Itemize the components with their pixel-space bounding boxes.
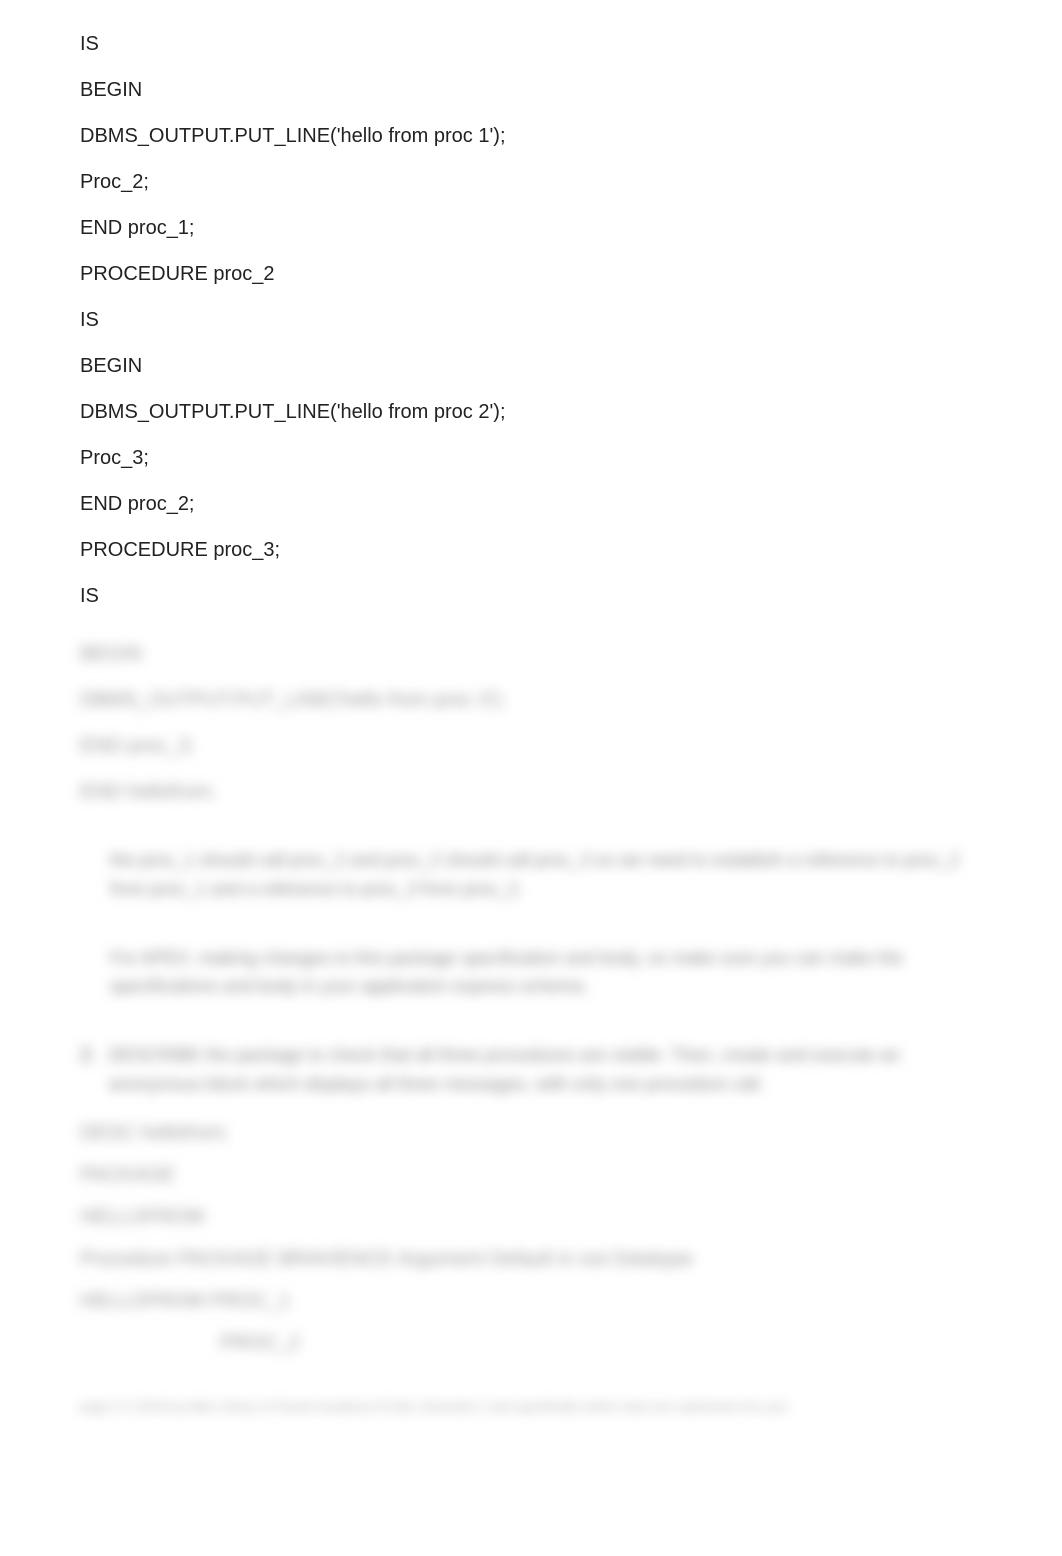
code-line: PROCEDURE proc_2	[80, 260, 982, 288]
code-line: IS	[80, 582, 982, 610]
code-block-visible: IS BEGIN DBMS_OUTPUT.PUT_LINE('hello fro…	[80, 30, 982, 610]
numbered-instruction: 2. DESCRIBE the package to check that al…	[80, 1041, 982, 1099]
blurred-content: BEGIN DBMS_OUTPUT.PUT_LINE('hello from p…	[80, 640, 982, 1416]
code-line: BEGIN	[80, 640, 982, 668]
code-line: DESC hellofrom;	[80, 1119, 982, 1147]
explanation-paragraphs: the proc_1 should call proc_2 and proc_2…	[80, 846, 982, 1001]
code-line: END proc_3;	[80, 732, 982, 760]
code-line: END hellofrom;	[80, 778, 982, 806]
code-line: END proc_1;	[80, 214, 982, 242]
code-line: PROCEDURE proc_3;	[80, 536, 982, 564]
code-line: PACKAGE	[80, 1161, 982, 1189]
item-text: DESCRIBE the package to check that all t…	[109, 1041, 982, 1099]
code-line: PROC_2	[80, 1329, 982, 1357]
code-line: DBMS_OUTPUT.PUT_LINE('hello from proc 3'…	[80, 686, 982, 714]
code-line: BEGIN	[80, 352, 982, 380]
explanation-p2: For APEX, making changes to this package…	[110, 944, 982, 1002]
code-line: BEGIN	[80, 76, 982, 104]
code-line: Procedure PACKAGE BRAVIENCE Argument Def…	[80, 1245, 982, 1273]
describe-output: DESC hellofrom; PACKAGE HELLOFROM Proced…	[80, 1119, 982, 1357]
code-line: END proc_2;	[80, 490, 982, 518]
code-line: HELLOFROM	[80, 1203, 982, 1231]
explanation-p1: the proc_1 should call proc_2 and proc_2…	[110, 846, 982, 904]
code-line: Proc_2;	[80, 168, 982, 196]
page-footnote: page 2 © 2018 by Aidin Library of Oracle…	[80, 1397, 982, 1417]
code-line: IS	[80, 30, 982, 58]
code-line: DBMS_OUTPUT.PUT_LINE('hello from proc 2'…	[80, 398, 982, 426]
code-line: HELLOFROM PROC_1	[80, 1287, 982, 1315]
item-number: 2.	[80, 1041, 97, 1099]
code-line: Proc_3;	[80, 444, 982, 472]
code-line: DBMS_OUTPUT.PUT_LINE('hello from proc 1'…	[80, 122, 982, 150]
code-line: IS	[80, 306, 982, 334]
